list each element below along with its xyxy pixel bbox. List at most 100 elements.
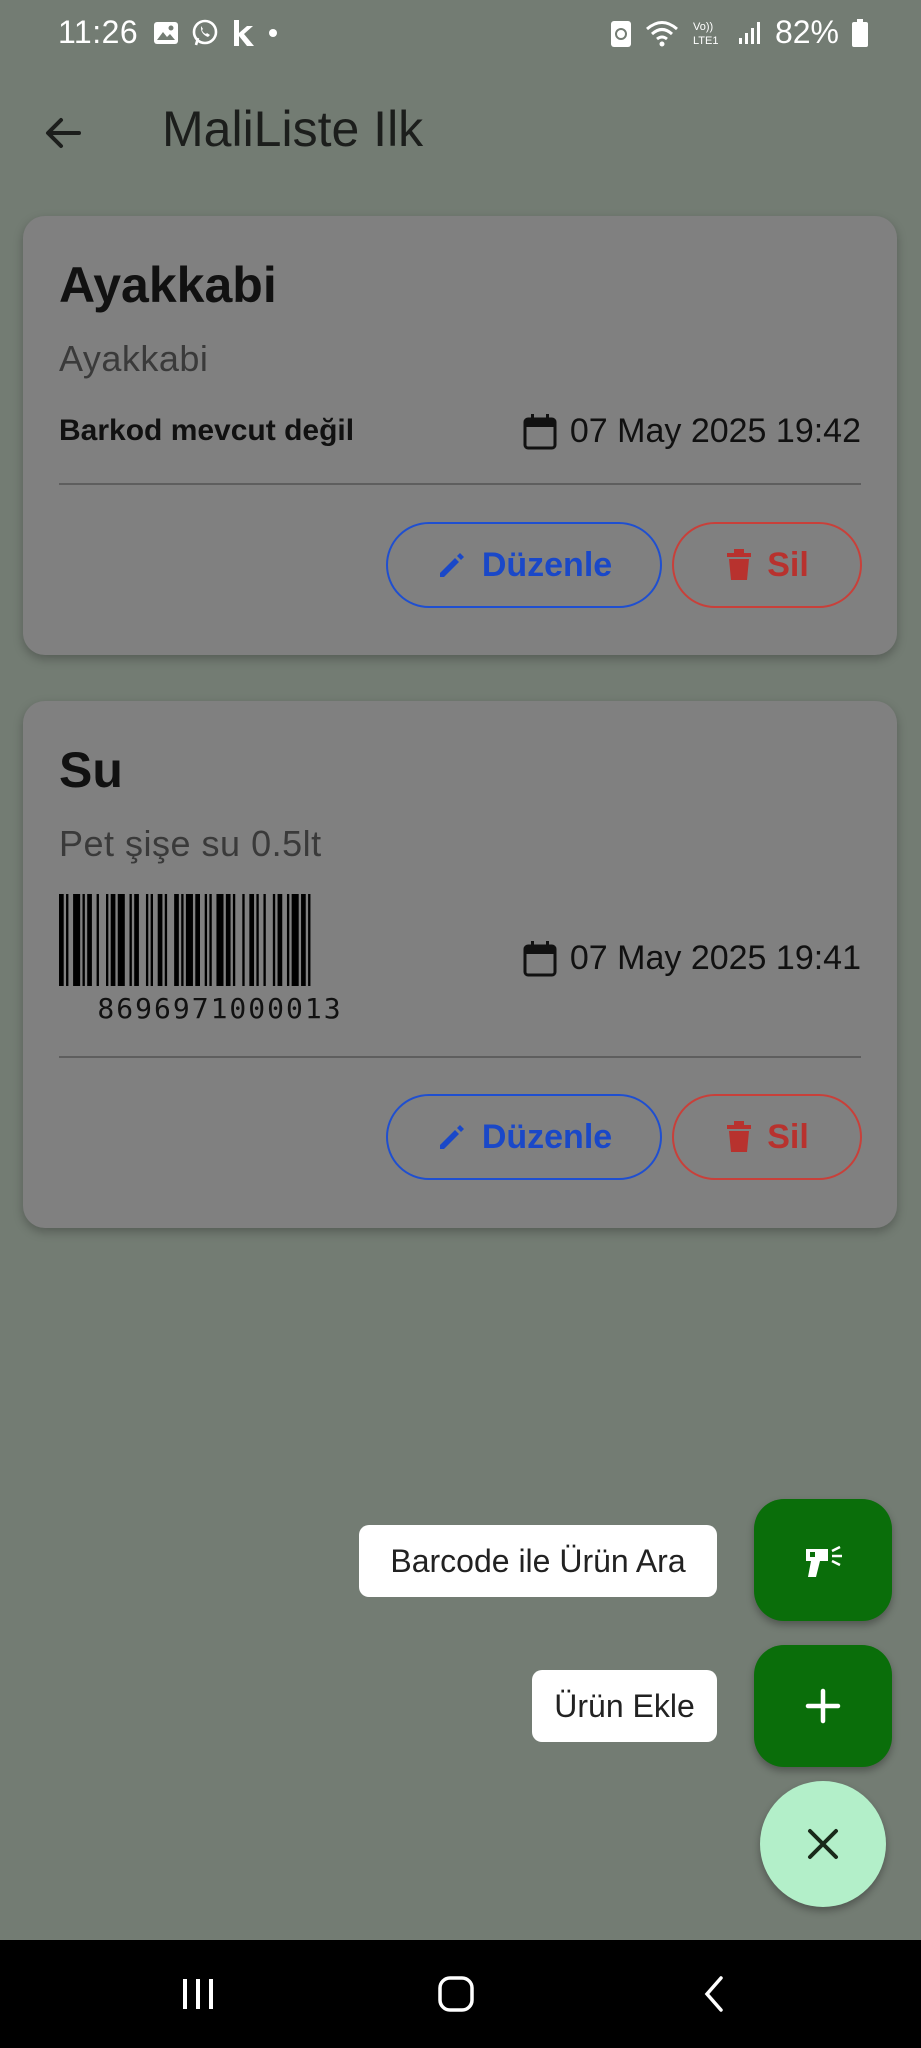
barcode-search-button[interactable] bbox=[754, 1499, 892, 1621]
edit-label: Düzenle bbox=[481, 545, 613, 584]
date-row: 07 May 2025 19:42 bbox=[522, 412, 861, 451]
status-bar: 11:26 Vo)) LTE1 82% bbox=[0, 0, 921, 70]
barcode-bar bbox=[73, 894, 81, 986]
barcode-bar bbox=[96, 894, 99, 986]
barcode-bar bbox=[195, 894, 200, 986]
status-right: Vo)) LTE1 82% bbox=[609, 14, 869, 51]
barcode-bar bbox=[145, 894, 149, 986]
product-title: Ayakkabi bbox=[59, 257, 277, 313]
whatsapp-icon bbox=[192, 19, 218, 46]
delete-button[interactable]: Sil bbox=[672, 522, 862, 608]
system-navigation-bar bbox=[0, 1940, 921, 2048]
product-description: Ayakkabi bbox=[59, 338, 209, 379]
edit-button[interactable]: Düzenle bbox=[386, 522, 662, 608]
barcode-bar bbox=[185, 894, 193, 986]
dot-icon bbox=[269, 29, 277, 37]
edit-button[interactable]: Düzenle bbox=[386, 1094, 662, 1180]
barcode-bar bbox=[87, 894, 92, 986]
divider bbox=[59, 483, 861, 485]
barcode-bar bbox=[204, 894, 208, 986]
back-nav-button[interactable] bbox=[674, 1964, 754, 2024]
add-product-label-text: Ürün Ekle bbox=[554, 1687, 695, 1724]
wifi-icon bbox=[645, 20, 678, 46]
barcode-bar bbox=[216, 894, 224, 986]
barcode-bar bbox=[129, 894, 132, 986]
delete-label: Sil bbox=[767, 545, 809, 584]
barcode-search-label-text: Barcode ile Ürün Ara bbox=[390, 1542, 686, 1579]
k-app-icon bbox=[234, 20, 254, 46]
recent-apps-button[interactable] bbox=[158, 1964, 238, 2024]
add-product-label[interactable]: Ürün Ekle bbox=[532, 1670, 717, 1742]
home-icon bbox=[438, 1976, 474, 2012]
barcode-bar bbox=[286, 894, 290, 986]
edit-label: Düzenle bbox=[481, 1117, 613, 1156]
barcode-bar bbox=[66, 894, 69, 986]
recent-apps-icon bbox=[183, 1979, 213, 2009]
battery-icon bbox=[852, 18, 868, 47]
home-button[interactable] bbox=[416, 1964, 496, 2024]
close-fab-button[interactable] bbox=[760, 1781, 886, 1907]
chevron-left-icon bbox=[704, 1976, 723, 2012]
calendar-icon bbox=[523, 940, 557, 976]
barcode-image bbox=[59, 894, 311, 986]
delete-button[interactable]: Sil bbox=[672, 1094, 862, 1180]
barcode-bar bbox=[249, 894, 255, 986]
barcode-bar bbox=[164, 894, 168, 986]
barcode-bar bbox=[291, 894, 299, 986]
barcode-bar bbox=[106, 894, 109, 986]
calendar-icon bbox=[523, 413, 557, 449]
trash-icon bbox=[727, 1121, 752, 1152]
barcode-bar bbox=[272, 894, 276, 986]
barcode-bar bbox=[242, 894, 245, 986]
barcode-bar bbox=[263, 894, 266, 986]
page-title: MaliListe Ilk bbox=[162, 101, 424, 157]
barcode-bar bbox=[110, 894, 116, 986]
barcode-missing-text: Barkod mevcut değil bbox=[59, 414, 355, 447]
svg-text:LTE1: LTE1 bbox=[693, 35, 718, 47]
arrow-left-icon bbox=[46, 118, 81, 148]
signal-icon bbox=[738, 21, 760, 44]
barcode-bar bbox=[277, 894, 283, 986]
barcode-bar bbox=[232, 894, 236, 986]
close-icon bbox=[808, 1829, 838, 1859]
barcode-bar bbox=[308, 894, 311, 986]
barcode-bar bbox=[209, 894, 212, 986]
date-row: 07 May 2025 19:41 bbox=[522, 939, 861, 978]
svg-text:Vo)): Vo)) bbox=[693, 21, 713, 33]
divider bbox=[59, 1056, 861, 1058]
pencil-icon bbox=[439, 1125, 464, 1149]
barcode-bar bbox=[174, 894, 179, 986]
product-card: Su Pet şişe su 0.5lt 8696971000013 07 Ma… bbox=[23, 701, 897, 1228]
gallery-icon bbox=[154, 22, 178, 44]
notification-icons bbox=[152, 18, 280, 48]
product-date: 07 May 2025 19:42 bbox=[569, 412, 861, 450]
barcode-bar bbox=[82, 894, 85, 986]
add-product-button[interactable] bbox=[754, 1645, 892, 1767]
product-title: Su bbox=[59, 742, 123, 798]
barcode-bar bbox=[59, 894, 64, 986]
barcode-number: 8696971000013 bbox=[97, 992, 343, 1025]
back-button[interactable] bbox=[30, 100, 96, 166]
barcode-search-label[interactable]: Barcode ile Ürün Ara bbox=[359, 1525, 717, 1597]
product-description: Pet şişe su 0.5lt bbox=[59, 823, 322, 864]
barcode-bar bbox=[134, 894, 139, 986]
battery-percent: 82% bbox=[774, 14, 839, 50]
barcode-bar bbox=[256, 894, 259, 986]
barcode-bar bbox=[117, 894, 125, 986]
delete-label: Sil bbox=[767, 1117, 809, 1156]
barcode-bar bbox=[301, 894, 306, 986]
barcode-bar bbox=[181, 894, 184, 986]
barcode-scanner-icon bbox=[806, 1545, 842, 1577]
plus-icon bbox=[805, 1688, 841, 1724]
barcode-bar bbox=[157, 894, 163, 986]
barcode-bar bbox=[150, 894, 153, 986]
trash-icon bbox=[727, 549, 752, 580]
product-card: Ayakkabi Ayakkabi Barkod mevcut değil 07… bbox=[23, 216, 897, 655]
product-date: 07 May 2025 19:41 bbox=[569, 939, 861, 977]
volte-icon: Vo)) LTE1 bbox=[693, 21, 718, 47]
app-bar: MaliListe Ilk bbox=[0, 70, 921, 190]
status-time: 11:26 bbox=[58, 14, 139, 50]
pencil-icon bbox=[439, 553, 464, 577]
barcode-bar bbox=[225, 894, 231, 986]
sync-icon bbox=[610, 20, 631, 47]
